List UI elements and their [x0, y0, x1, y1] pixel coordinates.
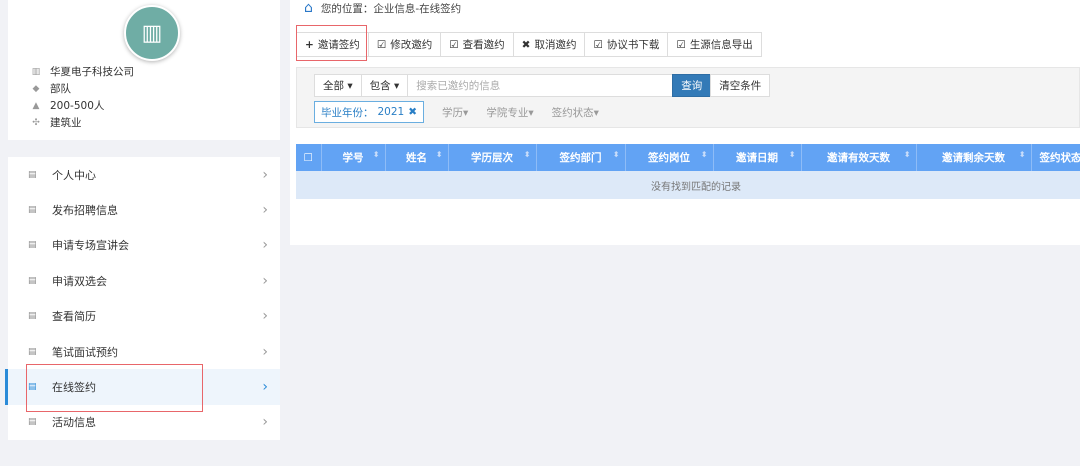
people-icon: ▲: [32, 101, 40, 111]
search-input[interactable]: 搜索已邀约的信息: [407, 74, 674, 97]
scope-dropdown[interactable]: 全部 ▾: [314, 74, 362, 97]
button-label: 取消邀约: [534, 39, 577, 51]
column-header[interactable]: 签约状态: [1031, 144, 1080, 171]
button-label: 查询: [681, 80, 703, 92]
edit-invite-button[interactable]: ☑ 修改邀约: [367, 32, 442, 57]
major-dropdown[interactable]: 学院专业▾: [486, 105, 533, 120]
list-icon: ▤: [28, 346, 37, 357]
chevron-right-icon: ›: [262, 379, 268, 396]
company-size: 200-500人: [50, 100, 105, 112]
tag-value: 2021: [377, 106, 405, 118]
match-value: 包含: [369, 80, 391, 92]
list-icon: ▤: [28, 240, 37, 251]
view-invite-button[interactable]: ☑ 查看邀约: [440, 32, 514, 57]
list-icon: ▤: [28, 205, 37, 216]
edit-icon: ☑: [593, 38, 603, 51]
edit-icon: ☑: [449, 38, 459, 51]
highlight-box: [26, 364, 203, 412]
search-placeholder: 搜索已邀约的信息: [416, 80, 501, 92]
invite-table: ☐ 学号 ⬍ 姓名 ⬍ 学历层次 ⬍ 签约部门 ⬍ 签约岗位 ⬍ 邀请日期 ⬍ 邀请有效天数…: [296, 144, 1080, 199]
home-icon[interactable]: ⌂: [304, 0, 313, 16]
column-header[interactable]: 姓名 ⬍: [385, 144, 449, 171]
caret-down-icon: ▾: [393, 79, 400, 92]
education-dropdown[interactable]: 学历▾: [442, 105, 468, 120]
button-label: 清空条件: [719, 80, 762, 92]
remove-tag-icon[interactable]: ✖: [408, 106, 417, 118]
company-type: 部队: [50, 83, 71, 95]
tag-label: 毕业年份：: [321, 106, 374, 119]
industry-icon: ✣: [32, 118, 40, 128]
breadcrumb-prefix: 您的位置：: [320, 2, 374, 15]
close-icon: ✖: [521, 38, 531, 51]
sidebar-item-seminar[interactable]: ▤ 申请专场宣讲会 ›: [8, 228, 280, 263]
chevron-right-icon: ›: [262, 414, 268, 431]
company-industry: 建筑业: [50, 117, 82, 129]
menu-label: 个人中心: [52, 168, 96, 182]
clear-button[interactable]: 清空条件: [710, 74, 771, 97]
empty-message: 没有找到匹配的记录: [296, 171, 1080, 199]
sidebar-item-job-fair[interactable]: ▤ 申请双选会 ›: [8, 263, 280, 298]
cap-icon: ◆: [32, 84, 40, 94]
list-icon: ▤: [28, 311, 37, 322]
status-dropdown[interactable]: 签约状态▾: [552, 105, 599, 120]
company-card: ▥ ▥ 华夏电子科技公司 ◆ 部队 ▲ 200-500人 ✣ 建筑业: [8, 0, 280, 140]
company-name: 华夏电子科技公司: [50, 66, 134, 78]
chevron-right-icon: ›: [262, 272, 268, 289]
button-label: 协议书下载: [606, 39, 660, 51]
building-icon: ▥: [31, 67, 41, 77]
list-icon: ▤: [28, 169, 37, 180]
main-panel: ⌂ 您的位置：企业信息-在线签约 + 邀请签约 ☑ 修改邀约 ☑ 查看邀约 ✖ 取消邀约 …: [290, 0, 1080, 245]
scope-value: 全部: [323, 80, 344, 92]
sidebar-item-resumes[interactable]: ▤ 查看简历 ›: [8, 299, 280, 334]
list-icon: ▤: [28, 417, 37, 428]
breadcrumb: ⌂ 您的位置：企业信息-在线签约: [304, 0, 461, 16]
column-header[interactable]: 学历层次 ⬍: [448, 144, 537, 171]
menu-label: 发布招聘信息: [52, 204, 118, 218]
chevron-right-icon: ›: [262, 166, 268, 183]
graduation-year-tag[interactable]: 毕业年份： 2021 ✖: [314, 101, 425, 123]
menu-label: 活动信息: [52, 416, 96, 430]
column-header[interactable]: 学号 ⬍: [321, 144, 386, 171]
select-all-checkbox[interactable]: ☐: [296, 144, 322, 171]
match-dropdown[interactable]: 包含 ▾: [360, 74, 409, 97]
column-header[interactable]: 签约岗位 ⬍: [625, 144, 714, 171]
menu-label: 申请双选会: [52, 274, 107, 288]
sidebar-item-post-job[interactable]: ▤ 发布招聘信息 ›: [8, 192, 280, 227]
menu-label: 笔试面试预约: [52, 345, 118, 359]
download-agreement-button[interactable]: ☑ 协议书下载: [584, 32, 669, 57]
company-avatar: ▥: [124, 5, 180, 61]
query-button[interactable]: 查询: [672, 74, 712, 97]
export-button[interactable]: ☑ 生源信息导出: [667, 32, 762, 57]
edit-icon: ☑: [376, 38, 387, 51]
chevron-right-icon: ›: [262, 343, 268, 360]
edit-icon: ☑: [676, 38, 686, 51]
filter-area: 全部 ▾ 包含 ▾ 搜索已邀约的信息 查询 清空条件 毕业年份： 2021 ✖ 学历…: [296, 67, 1080, 128]
chevron-right-icon: ›: [262, 202, 268, 219]
button-label: 生源信息导出: [689, 39, 753, 51]
cancel-invite-button[interactable]: ✖ 取消邀约: [512, 32, 586, 57]
list-icon: ▤: [28, 275, 37, 286]
column-header[interactable]: 邀请日期 ⬍: [713, 144, 802, 171]
breadcrumb-path: 企业信息-在线签约: [373, 2, 462, 15]
highlight-box: [296, 25, 367, 61]
column-header[interactable]: 签约部门 ⬍: [536, 144, 626, 171]
caret-down-icon: ▾: [347, 79, 353, 92]
button-label: 修改邀约: [390, 39, 433, 51]
menu-label: 申请专场宣讲会: [52, 239, 129, 253]
menu-label: 查看简历: [52, 310, 96, 324]
chevron-right-icon: ›: [262, 237, 268, 254]
column-header[interactable]: 邀请有效天数 ⬍: [801, 144, 917, 171]
button-label: 查看邀约: [462, 39, 505, 51]
chevron-right-icon: ›: [262, 308, 268, 325]
building-icon: ▥: [141, 20, 163, 46]
column-header[interactable]: 邀请剩余天数 ⬍: [916, 144, 1032, 171]
sidebar-item-personal[interactable]: ▤ 个人中心 ›: [8, 157, 280, 192]
